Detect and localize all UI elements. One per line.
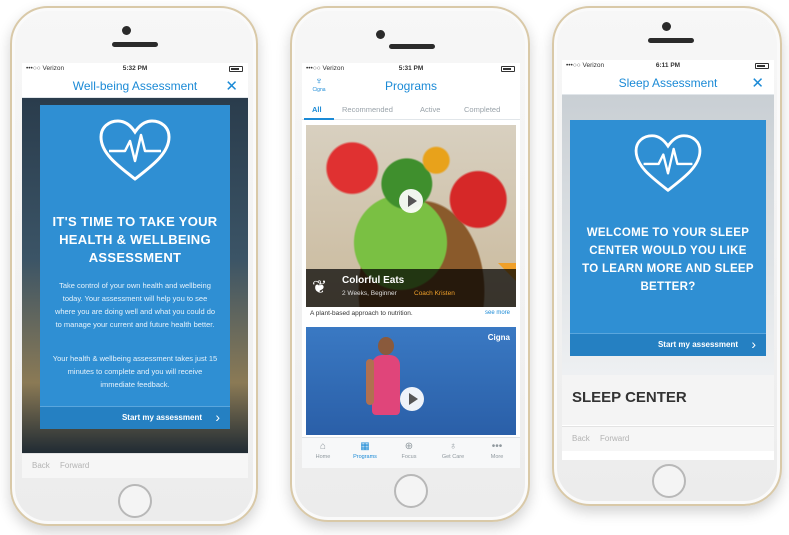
program-title: Colorful Eats [342,275,405,286]
tab-label: Programs [353,454,377,460]
program-info: ❦ Colorful Eats 2 Weeks, Beginner Coach … [306,269,516,321]
focus-icon: ⊕ [404,441,414,452]
front-camera [662,22,671,31]
phone-wellbeing: •••○○ Verizon 5:32 PM Well-being Assessm… [10,6,258,526]
play-icon[interactable] [399,189,423,213]
tab-completed[interactable]: Completed [464,105,500,114]
program-tabs: All Recommended Active Completed [302,99,520,120]
home-button[interactable] [118,484,152,518]
front-camera [122,26,131,35]
browser-toolbar: Back Forward [562,426,774,451]
status-bar: •••○○ Verizon 6:11 PM [562,60,774,72]
sleep-heading: WELCOME TO YOUR SLEEP CENTER WOULD YOU L… [582,227,754,293]
chevron-right-icon: › [751,336,756,352]
phone-sleep: •••○○ Verizon 6:11 PM Sleep Assessment ✕… [552,6,782,506]
start-assessment-label: Start my assessment [657,340,738,349]
sleep-center-section: SLEEP CENTER [562,375,774,425]
tab-label: Focus [401,454,417,460]
sleep-card: WELCOME TO YOUR SLEEP CENTER WOULD YOU L… [570,120,766,356]
assessment-heading: IT'S TIME TO TAKE YOUR HEALTH & WELLBEIN… [52,214,218,265]
tab-label: Home [315,454,331,460]
page-title: Sleep Assessment [618,76,718,90]
cigna-brand: Cigna [487,333,510,342]
close-icon[interactable]: ✕ [225,77,238,95]
screen: •••○○ Verizon 5:32 PM Well-being Assessm… [22,63,248,478]
tab-focus[interactable]: ⊕ Focus [390,441,428,460]
back-button[interactable]: Back [32,461,50,470]
program-meta: 2 Weeks, Beginner [342,290,397,297]
program-coach[interactable]: Coach Kristen [414,290,455,297]
battery-icon [501,66,515,72]
page-title: Well-being Assessment [72,79,198,93]
assessment-intro: Take control of your own health and well… [54,281,216,329]
heart-pulse-icon [634,134,702,193]
see-more-link[interactable]: see more [485,310,510,316]
program-description-bar: A plant-based approach to nutrition. see… [306,307,516,321]
close-icon[interactable]: ✕ [751,74,764,92]
status-time: 6:11 PM [655,62,681,69]
tab-home[interactable]: ⌂ Home [304,441,342,460]
phone-programs: •••○○ Verizon 5:31 PM ♆ Cigna Programs A… [290,6,530,522]
active-tab-indicator [304,118,334,120]
start-assessment-button[interactable]: Start my assessment › [570,333,766,356]
battery-icon [229,66,243,72]
back-button[interactable]: Back [572,434,590,443]
battery-icon [755,63,769,69]
start-assessment-label: Start my assessment [121,413,202,422]
forward-button[interactable]: Forward [600,434,629,443]
play-icon[interactable] [400,387,424,411]
tab-active[interactable]: Active [420,105,440,114]
page-title: Programs [384,79,437,93]
tab-label: More [490,454,504,460]
assessment-duration: Your health & wellbeing assessment takes… [52,354,218,389]
stethoscope-icon: ♁ [449,441,457,452]
tab-get-care[interactable]: ♁ Get Care [434,441,472,460]
chevron-right-icon: › [215,409,220,425]
browser-toolbar: Back Forward [22,453,248,478]
status-bar: •••○○ Verizon 5:32 PM [22,63,248,75]
home-icon: ⌂ [319,441,327,452]
nav-bar: Well-being Assessment ✕ [22,75,248,98]
more-icon: ••• [491,441,503,452]
start-assessment-button[interactable]: Start my assessment › [40,406,230,429]
tab-label: Get Care [441,454,465,460]
leaf-icon: ❦ [312,277,328,297]
tab-more[interactable]: ••• More [478,441,516,460]
screen: •••○○ Verizon 6:11 PM Sleep Assessment ✕… [562,60,774,460]
earpiece-speaker [112,42,158,47]
program-card-colorful-eats[interactable]: ❦ Colorful Eats 2 Weeks, Beginner Coach … [306,125,516,321]
assessment-card: IT'S TIME TO TAKE YOUR HEALTH & WELLBEIN… [40,105,230,429]
program-card-video[interactable]: Cigna [306,327,516,435]
front-camera [376,30,385,39]
home-button[interactable] [652,464,686,498]
status-time: 5:32 PM [122,65,148,72]
nav-bar: ♆ Cigna Programs [302,75,520,97]
nav-bar: Sleep Assessment ✕ [562,72,774,95]
status-bar: •••○○ Verizon 5:31 PM [302,63,520,75]
programs-icon: ▦ [360,441,370,452]
status-time: 5:31 PM [398,65,424,72]
tab-recommended[interactable]: Recommended [342,105,393,114]
program-description: A plant-based approach to nutrition. [310,310,413,317]
forward-button[interactable]: Forward [60,461,89,470]
bottom-tab-bar: ⌂ Home ▦ Programs ⊕ Focus ♁ Get Care •••… [302,437,520,468]
earpiece-speaker [389,44,435,49]
home-button[interactable] [394,474,428,508]
tab-all[interactable]: All [312,105,322,114]
earpiece-speaker [648,38,694,43]
section-title: SLEEP CENTER [572,389,687,406]
screen: •••○○ Verizon 5:31 PM ♆ Cigna Programs A… [302,63,520,468]
runner-photo [366,337,406,435]
heart-pulse-icon [99,119,171,181]
tab-programs[interactable]: ▦ Programs [346,441,384,460]
